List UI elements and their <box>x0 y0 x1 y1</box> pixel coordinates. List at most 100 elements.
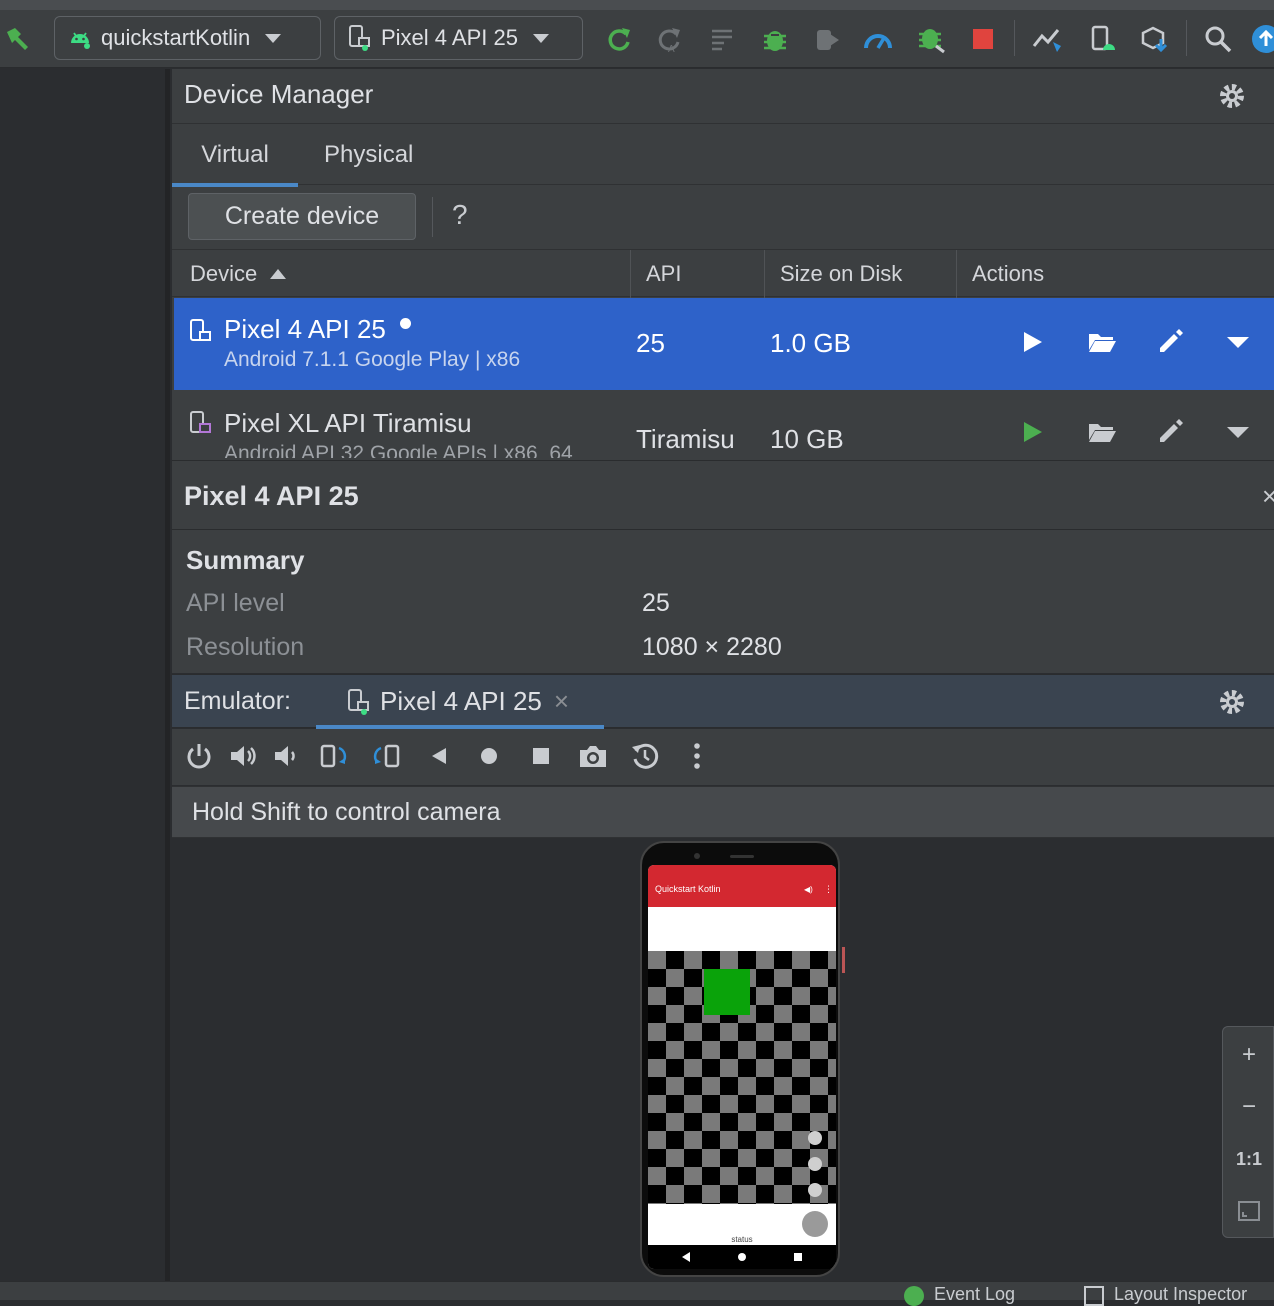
device-api: Tiramisu <box>636 424 735 454</box>
emulated-phone[interactable]: Quickstart Kotlin ◀) ⋮ status <box>640 841 840 1277</box>
emulator-header: Emulator: Pixel 4 API 25 × <box>172 674 1274 729</box>
device-tabs: Virtual Physical <box>172 123 1274 187</box>
device-manager-icon[interactable] <box>1082 10 1122 68</box>
column-divider <box>956 250 957 298</box>
mic-fab-icon[interactable] <box>808 1183 822 1197</box>
stop-icon[interactable] <box>964 10 1002 68</box>
home-icon[interactable] <box>472 739 506 773</box>
attach-process-icon[interactable] <box>912 10 952 68</box>
phone-power-button <box>842 947 845 973</box>
fit-screen-icon[interactable] <box>1223 1185 1274 1237</box>
volume-icon[interactable]: ◀) <box>804 885 813 894</box>
rotate-right-icon[interactable] <box>368 739 402 773</box>
device-combo[interactable]: Pixel 4 API 25 <box>334 16 583 60</box>
search-icon[interactable] <box>1198 10 1238 68</box>
details-title: Pixel 4 API 25 <box>184 481 359 511</box>
virtual-device-icon <box>188 318 214 348</box>
close-tab-icon[interactable]: × <box>554 686 569 717</box>
emulator-canvas[interactable]: Quickstart Kotlin ◀) ⋮ status <box>172 839 1274 1281</box>
power-icon[interactable] <box>182 739 216 773</box>
sync-icon[interactable] <box>1028 10 1068 68</box>
launch-play-icon[interactable] <box>1014 414 1050 450</box>
zoom-actual-size[interactable]: 1:1 <box>1223 1133 1274 1185</box>
edit-pencil-icon[interactable] <box>1152 414 1188 450</box>
build-hammer-icon[interactable] <box>0 10 36 68</box>
phone-nav-bar <box>648 1245 836 1269</box>
overflow-menu-icon[interactable]: ⋮ <box>824 884 833 895</box>
front-camera <box>694 853 700 859</box>
rotate-left-icon[interactable] <box>318 739 352 773</box>
attach-debugger-icon[interactable] <box>808 10 846 68</box>
main-toolbar: quickstartKotlin Pixel 4 API 25 A <box>0 10 1274 68</box>
more-vertical-icon[interactable] <box>680 739 714 773</box>
window-edge <box>0 0 1274 10</box>
device-combo-label: Pixel 4 API 25 <box>381 25 518 50</box>
more-dropdown-icon[interactable] <box>1220 414 1256 450</box>
device-name-text: Pixel 4 API 25 <box>224 314 386 344</box>
table-row[interactable]: Pixel XL API Tiramisu Android API 32 Goo… <box>174 390 1274 458</box>
android-icon <box>67 25 93 51</box>
snapshot-icon[interactable] <box>628 739 662 773</box>
overview-icon[interactable] <box>524 739 558 773</box>
camera-hint-text: Hold Shift to control camera <box>192 798 501 826</box>
column-size[interactable]: Size on Disk <box>780 250 902 298</box>
detail-value: 25 <box>642 589 670 617</box>
detail-key: API level <box>186 589 285 617</box>
create-device-button[interactable]: Create device <box>188 193 416 240</box>
video-fab-icon[interactable] <box>808 1157 822 1171</box>
layout-inspector-icon <box>1084 1286 1104 1306</box>
column-device[interactable]: Device <box>190 250 287 298</box>
column-api[interactable]: API <box>646 250 681 298</box>
app-bar: Quickstart Kotlin ◀) ⋮ <box>648 865 836 907</box>
close-icon[interactable]: × <box>1262 481 1274 512</box>
emulator-toolbar <box>172 729 1274 785</box>
zoom-in-icon[interactable]: + <box>1223 1029 1274 1081</box>
camera-icon[interactable] <box>576 739 610 773</box>
device-subtitle: Android 7.1.1 Google Play | x86 <box>224 348 521 371</box>
rerun-icon[interactable] <box>600 10 638 68</box>
apply-code-changes-icon[interactable] <box>704 10 742 68</box>
divider <box>172 529 1274 530</box>
volume-down-icon[interactable] <box>268 739 302 773</box>
back-icon[interactable] <box>422 739 456 773</box>
device-size: 10 GB <box>770 424 844 454</box>
launch-play-icon[interactable] <box>1014 324 1050 360</box>
column-actions[interactable]: Actions <box>972 250 1044 298</box>
device-icon <box>346 688 372 716</box>
ar-object-green-square <box>704 969 750 1015</box>
emulator-label: Emulator: <box>184 687 291 715</box>
open-folder-icon[interactable] <box>1084 324 1120 360</box>
layout-inspector-button[interactable]: Layout Inspector <box>1084 1284 1247 1306</box>
gear-icon[interactable] <box>1217 687 1247 717</box>
gear-icon[interactable] <box>1217 81 1247 111</box>
zoom-out-icon[interactable]: − <box>1223 1081 1274 1133</box>
tab-emulator-device[interactable]: Pixel 4 API 25 × <box>316 675 604 729</box>
column-divider <box>764 250 765 298</box>
volume-up-icon[interactable] <box>226 739 260 773</box>
status-bar: Event Log Layout Inspector <box>0 1281 1274 1306</box>
event-log-button[interactable]: Event Log <box>904 1284 1015 1306</box>
toolbar-separator <box>1186 20 1187 56</box>
phone-screen[interactable]: Quickstart Kotlin ◀) ⋮ status <box>648 865 836 1269</box>
tab-physical[interactable]: Physical <box>324 124 413 186</box>
detail-key: Resolution <box>186 633 305 661</box>
help-button[interactable]: ? <box>452 199 468 231</box>
run-configuration-combo[interactable]: quickstartKotlin <box>54 16 321 60</box>
event-log-label: Event Log <box>934 1284 1016 1304</box>
open-folder-icon[interactable] <box>1084 414 1120 450</box>
pane-divider[interactable] <box>165 69 170 1281</box>
status-label: status <box>731 1235 753 1244</box>
profile-icon[interactable] <box>858 10 898 68</box>
debug-icon[interactable] <box>756 10 794 68</box>
more-dropdown-icon[interactable] <box>1220 324 1256 360</box>
chat-fab-icon[interactable] <box>808 1131 822 1145</box>
device-api: 25 <box>636 328 665 358</box>
tab-virtual[interactable]: Virtual <box>172 124 298 187</box>
apply-changes-icon[interactable]: A <box>650 10 688 68</box>
table-row[interactable]: Pixel 4 API 25 Android 7.1.1 Google Play… <box>174 298 1274 390</box>
sdk-manager-icon[interactable] <box>1134 10 1174 68</box>
app-title: Quickstart Kotlin <box>655 884 721 894</box>
update-icon[interactable] <box>1248 10 1274 68</box>
edit-pencil-icon[interactable] <box>1152 324 1188 360</box>
record-fab-icon[interactable] <box>802 1211 828 1237</box>
